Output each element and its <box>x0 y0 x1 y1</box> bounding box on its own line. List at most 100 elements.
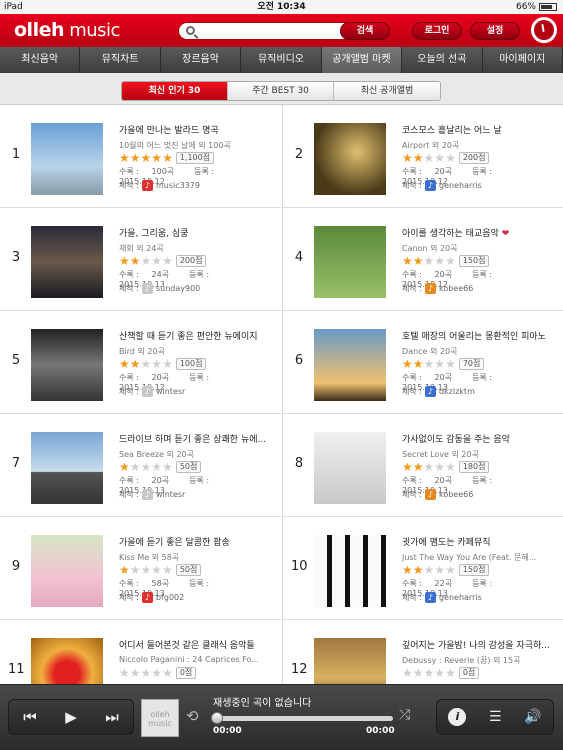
shuffle-icon[interactable]: ⤮ <box>399 707 410 723</box>
power-icon[interactable] <box>531 17 557 43</box>
segment-tabs: 최신 인기 30 주간 BEST 30 최신 공개앨범 <box>121 81 441 101</box>
star-icon: ★ <box>151 666 163 680</box>
settings-button[interactable]: 설정 <box>470 22 520 40</box>
album-title[interactable]: 어디서 들어본것 같은 클래식 음악들 <box>119 638 277 651</box>
points-badge: 0점 <box>175 667 197 679</box>
rank-number: 5 <box>11 353 21 368</box>
nav-tab-0[interactable]: 최신음악 <box>0 47 81 73</box>
album-maker: 제작 : ♪ wintesr <box>119 489 186 500</box>
star-icon: ★ <box>151 254 163 268</box>
album-title[interactable]: 아이를 생각하는 태교음악 ❤ <box>402 226 560 239</box>
star-icon: ★ <box>162 460 173 474</box>
star-icon: ★ <box>412 151 424 165</box>
battery-percent: 66% <box>515 2 536 12</box>
playback-controls: ⏮ ▶ ⏭ <box>8 699 134 735</box>
album-item[interactable]: 4 아이를 생각하는 태교음악 ❤ Canon 외 20곡 ★ ★ ★ ★ ★ 150점 … <box>282 208 563 311</box>
previous-icon[interactable]: ⏮ <box>23 708 37 726</box>
rating: ★ ★ ★ ★ ★ 150점 <box>402 254 490 268</box>
album-maker: 제작 : ♪ music3379 <box>119 180 200 191</box>
album-thumbnail[interactable] <box>31 329 103 401</box>
album-title[interactable]: 코스모스 흩날리는 어느 날 <box>402 123 560 136</box>
rank-number: 7 <box>11 456 21 471</box>
album-item[interactable]: 6 호텔 매장의 어울리는 몽환적인 피아노 Dance 외 20곡 ★ ★ ★ ★ ★… <box>282 311 563 414</box>
album-item[interactable]: 1 가을에 만나는 발라드 명곡 10월의 어느 멋진 날에 외 100곡 ★ ★… <box>0 105 281 208</box>
star-icon: ★ <box>151 460 163 474</box>
album-title[interactable]: 가을, 그리움, 심쿵 <box>119 226 277 239</box>
next-icon[interactable]: ⏭ <box>105 708 119 726</box>
login-button[interactable]: 로그인 <box>412 22 462 40</box>
points-badge: 150점 <box>458 255 490 267</box>
points-badge: 0점 <box>458 667 480 679</box>
star-icon: ★ <box>402 460 413 474</box>
album-maker: 제작 : ♪ geneharris <box>402 180 482 191</box>
album-item[interactable]: 7 드라이브 하며 듣기 좋은 상쾌한 뉴에... Sea Breeze 외 2… <box>0 414 281 517</box>
star-icon: ★ <box>119 254 130 268</box>
album-title[interactable]: 호텔 매장의 어울리는 몽환적인 피아노 <box>402 329 560 342</box>
repeat-icon[interactable]: ⟲ <box>186 707 199 725</box>
star-icon: ★ <box>140 460 152 474</box>
album-item[interactable]: 3 가을, 그리움, 심쿵 재회 외 24곡 ★ ★ ★ ★ ★ 200점 수록 : 24… <box>0 208 281 311</box>
album-thumbnail[interactable] <box>31 432 103 504</box>
album-item[interactable]: 5 산책할 때 듣기 좋은 편안한 뉴에이지 Bird 외 20곡 ★ ★ ★ ★ ★ 1… <box>0 311 281 414</box>
album-thumbnail[interactable] <box>314 329 386 401</box>
album-thumbnail[interactable] <box>314 226 386 298</box>
album-item[interactable]: 10 귓가에 맴도는 카페뮤직 Just The Way You Are (Fe… <box>282 517 563 620</box>
nav-tab-4[interactable]: 공개앨범 마켓 <box>321 47 403 73</box>
album-thumbnail[interactable] <box>314 535 386 607</box>
nav-tab-5[interactable]: 오늘의 선곡 <box>402 47 483 73</box>
total-time: 00:00 <box>366 726 395 736</box>
info-icon[interactable]: i <box>448 708 467 726</box>
main-nav: 최신음악 뮤직차트 장르음악 뮤직비디오 공개앨범 마켓 오늘의 선곡 마이페이지 <box>0 47 563 73</box>
album-title[interactable]: 가사없이도 감동을 주는 음악 <box>402 432 560 445</box>
search-input[interactable] <box>201 24 341 38</box>
album-title[interactable]: 가을에 듣기 좋은 달콤한 팝송 <box>119 535 277 548</box>
volume-icon[interactable]: 🔊 <box>524 709 541 725</box>
album-item[interactable]: 12 깊어지는 가을밤! 나의 감성을 자극하... Debussy : Rev… <box>282 620 563 684</box>
star-icon: ★ <box>151 357 163 371</box>
album-thumbnail[interactable] <box>31 638 103 684</box>
star-icon: ★ <box>129 357 141 371</box>
album-art-placeholder: olleh music <box>141 699 179 737</box>
progress-knob[interactable] <box>211 712 223 724</box>
album-item[interactable]: 11 어디서 들어본것 같은 클래식 음악들 Niccolo Paganini … <box>0 620 281 684</box>
album-title[interactable]: 산책할 때 듣기 좋은 편안한 뉴에이지 <box>119 329 277 342</box>
star-icon: ★ <box>445 254 456 268</box>
album-title[interactable]: 드라이브 하며 듣기 좋은 상쾌한 뉴에... <box>119 432 277 445</box>
rating: ★ ★ ★ ★ ★ 50점 <box>119 563 202 577</box>
search-button[interactable]: 검색 <box>340 22 390 40</box>
subtab-1[interactable]: 주간 BEST 30 <box>228 82 334 100</box>
album-thumbnail[interactable] <box>31 535 103 607</box>
album-thumbnail[interactable] <box>31 123 103 195</box>
album-item[interactable]: 9 가을에 듣기 좋은 달콤한 팝송 Kiss Me 외 58곡 ★ ★ ★ ★ ★ 50… <box>0 517 281 620</box>
star-icon: ★ <box>151 563 163 577</box>
nav-tab-6[interactable]: 마이페이지 <box>483 47 563 73</box>
album-thumbnail[interactable] <box>314 638 386 684</box>
star-icon: ★ <box>412 357 424 371</box>
rating: ★ ★ ★ ★ ★ 1,100점 <box>119 152 215 164</box>
rank-number: 12 <box>291 662 308 677</box>
album-title[interactable]: 귓가에 맴도는 카페뮤직 <box>402 535 560 548</box>
progress-bar[interactable] <box>211 712 393 724</box>
playlist-icon[interactable]: ☰ <box>489 709 502 725</box>
album-maker: 제작 : ♪ dkzlzktm <box>402 386 475 397</box>
rank-number: 1 <box>11 147 21 162</box>
nav-tab-1[interactable]: 뮤직차트 <box>80 47 161 73</box>
olleh-music-logo[interactable]: olleh music <box>14 19 120 41</box>
star-icon: ★ <box>162 563 173 577</box>
album-thumbnail[interactable] <box>314 432 386 504</box>
album-thumbnail[interactable] <box>31 226 103 298</box>
subtab-0[interactable]: 최신 인기 30 <box>122 82 228 100</box>
star-icon: ★ <box>129 254 141 268</box>
play-icon[interactable]: ▶ <box>65 708 77 726</box>
nav-tab-2[interactable]: 장르음악 <box>161 47 242 73</box>
subtab-2[interactable]: 최신 공개앨범 <box>334 82 440 100</box>
nav-tab-3[interactable]: 뮤직비디오 <box>241 47 322 73</box>
rank-number: 11 <box>8 662 25 677</box>
album-title[interactable]: 가을에 만나는 발라드 명곡 <box>119 123 277 136</box>
album-maker: 제작 : ♪ kobee66 <box>402 283 474 294</box>
star-icon: ★ <box>140 563 152 577</box>
album-thumbnail[interactable] <box>314 123 386 195</box>
album-title[interactable]: 깊어지는 가을밤! 나의 감성을 자극하... <box>402 638 560 651</box>
album-item[interactable]: 2 코스모스 흩날리는 어느 날 Airport 외 20곡 ★ ★ ★ ★ ★ 200점… <box>282 105 563 208</box>
album-item[interactable]: 8 가사없이도 감동을 주는 음악 Secret Love 외 20곡 ★ ★ ★ ★… <box>282 414 563 517</box>
